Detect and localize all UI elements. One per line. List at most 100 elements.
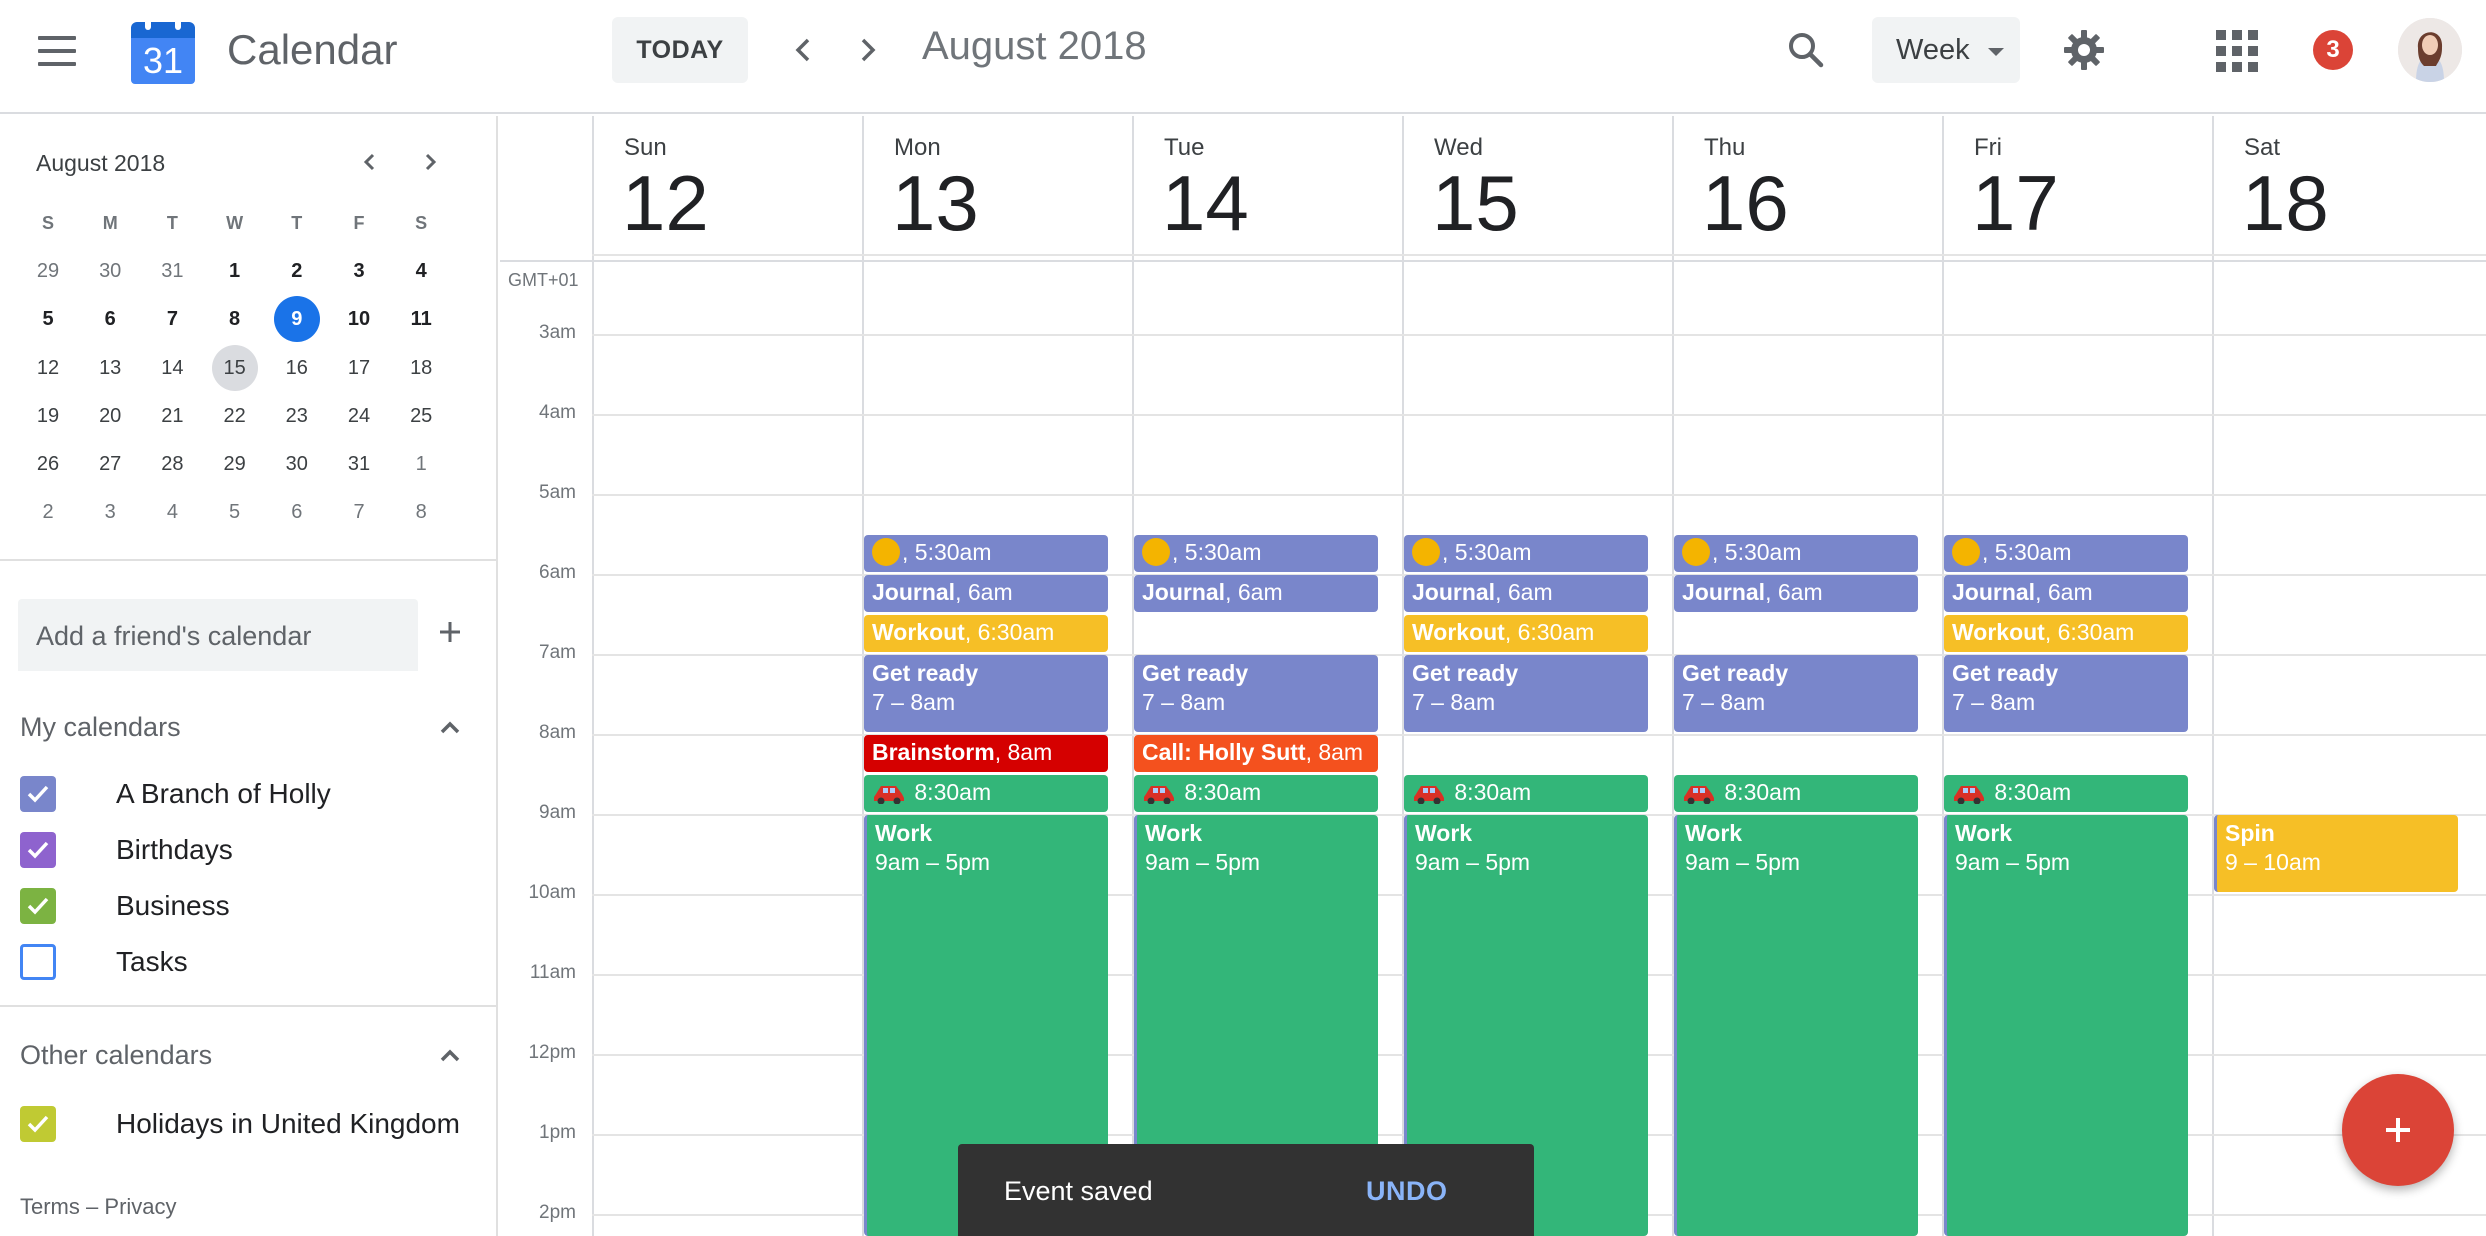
day-header[interactable]: Sat 18 — [2212, 116, 2482, 260]
day-header[interactable]: Fri 17 — [1942, 116, 2212, 260]
checkbox-checked-icon[interactable] — [20, 832, 56, 868]
other-calendars-collapse-button[interactable] — [432, 1038, 468, 1074]
calendar-item[interactable]: Business — [18, 882, 478, 928]
calendar-event[interactable]: 8:30am — [864, 775, 1108, 812]
calendar-event[interactable]: , 5:30am — [1674, 535, 1918, 572]
calendar-event[interactable]: , 5:30am — [864, 535, 1108, 572]
mini-calendar-day[interactable]: 23 — [274, 393, 320, 439]
mini-calendar-day[interactable]: 8 — [212, 296, 258, 342]
google-apps-grid-icon[interactable] — [2216, 30, 2260, 74]
calendar-event[interactable]: 8:30am — [1404, 775, 1648, 812]
mini-calendar-day[interactable]: 24 — [336, 393, 382, 439]
add-friend-calendar-input[interactable]: Add a friend's calendar — [18, 599, 418, 671]
calendar-event[interactable]: Workout, 6:30am — [1404, 615, 1648, 652]
calendar-item[interactable]: A Branch of Holly — [18, 770, 478, 816]
create-event-button[interactable] — [2342, 1074, 2454, 1186]
calendar-event[interactable]: Journal, 6am — [1134, 575, 1378, 612]
add-calendar-plus-icon[interactable] — [432, 614, 468, 650]
day-header[interactable]: Thu 16 — [1672, 116, 1942, 260]
my-calendars-collapse-button[interactable] — [432, 710, 468, 746]
calendar-event[interactable]: Call: Holly Sutt, 8am — [1134, 735, 1378, 772]
mini-calendar-day[interactable]: 25 — [398, 393, 444, 439]
calendar-event[interactable]: Spin 9 – 10am — [2214, 815, 2458, 892]
day-header[interactable]: Tue 14 — [1132, 116, 1402, 260]
day-date[interactable]: 18 — [2242, 164, 2329, 242]
calendar-item[interactable]: Birthdays — [18, 826, 478, 872]
mini-calendar-day[interactable]: 27 — [87, 441, 133, 487]
day-header[interactable]: Mon 13 — [862, 116, 1132, 260]
mini-calendar-day[interactable]: 3 — [87, 489, 133, 535]
calendar-event[interactable]: Get ready 7 – 8am — [1404, 655, 1648, 732]
mini-calendar-day[interactable]: 10 — [336, 296, 382, 342]
checkbox-checked-icon[interactable] — [20, 1106, 56, 1142]
mini-calendar-day[interactable]: 14 — [149, 345, 195, 391]
calendar-event[interactable]: Journal, 6am — [1404, 575, 1648, 612]
mini-calendar-day[interactable]: 15 — [211, 344, 258, 391]
view-switcher-dropdown[interactable]: Week — [1872, 17, 2020, 83]
calendar-event[interactable]: 8:30am — [1944, 775, 2188, 812]
calendar-event[interactable]: Get ready 7 – 8am — [1134, 655, 1378, 732]
mini-calendar-day[interactable]: 28 — [149, 441, 195, 487]
mini-calendar-day[interactable]: 7 — [336, 489, 382, 535]
mini-calendar-day[interactable]: 13 — [87, 345, 133, 391]
main-menu-icon[interactable] — [38, 36, 80, 66]
previous-week-button[interactable] — [780, 26, 828, 74]
mini-calendar-day[interactable]: 7 — [149, 296, 195, 342]
calendar-event[interactable]: , 5:30am — [1404, 535, 1648, 572]
day-date[interactable]: 17 — [1972, 164, 2059, 242]
mini-calendar-prev-button[interactable] — [352, 144, 388, 180]
calendar-item[interactable]: Tasks — [18, 938, 478, 984]
calendar-event[interactable]: , 5:30am — [1134, 535, 1378, 572]
calendar-event[interactable]: 8:30am — [1674, 775, 1918, 812]
mini-calendar-day[interactable]: 8 — [398, 489, 444, 535]
mini-calendar-day[interactable]: 26 — [25, 441, 71, 487]
calendar-event[interactable]: Journal, 6am — [864, 575, 1108, 612]
day-date[interactable]: 14 — [1162, 164, 1249, 242]
privacy-link[interactable]: Privacy — [104, 1194, 176, 1219]
calendar-event[interactable]: Brainstorm, 8am — [864, 735, 1108, 772]
notification-badge[interactable]: 3 — [2313, 30, 2353, 70]
settings-gear-icon[interactable] — [2060, 26, 2108, 74]
mini-calendar-day[interactable]: 20 — [87, 393, 133, 439]
mini-calendar-day[interactable]: 29 — [212, 441, 258, 487]
calendar-event[interactable]: 8:30am — [1134, 775, 1378, 812]
day-date[interactable]: 12 — [622, 164, 709, 242]
mini-calendar-day[interactable]: 5 — [25, 296, 71, 342]
calendar-event[interactable]: Workout, 6:30am — [1944, 615, 2188, 652]
mini-calendar-day[interactable]: 11 — [398, 296, 444, 342]
mini-calendar-day[interactable]: 31 — [336, 441, 382, 487]
day-header[interactable]: Wed 15 — [1402, 116, 1672, 260]
calendar-event[interactable]: Workout, 6:30am — [864, 615, 1108, 652]
mini-calendar-day[interactable]: 30 — [87, 248, 133, 294]
day-header[interactable]: Sun 12 — [592, 116, 862, 260]
mini-calendar-day[interactable]: 6 — [87, 296, 133, 342]
mini-calendar-day[interactable]: 3 — [336, 248, 382, 294]
mini-calendar-day[interactable]: 6 — [274, 489, 320, 535]
calendar-event[interactable]: Work 9am – 5pm — [1674, 815, 1918, 1236]
mini-calendar-day[interactable]: 4 — [149, 489, 195, 535]
undo-button[interactable]: UNDO — [1366, 1176, 1448, 1207]
calendar-event[interactable]: Work 9am – 5pm — [1944, 815, 2188, 1236]
calendar-item[interactable]: Holidays in United Kingdom — [18, 1100, 478, 1146]
checkbox-checked-icon[interactable] — [20, 776, 56, 812]
terms-link[interactable]: Terms — [20, 1194, 80, 1219]
mini-calendar-day[interactable]: 17 — [336, 345, 382, 391]
account-avatar[interactable] — [2398, 18, 2462, 82]
mini-calendar-day[interactable]: 5 — [212, 489, 258, 535]
today-button[interactable]: TODAY — [612, 17, 748, 83]
day-date[interactable]: 13 — [892, 164, 979, 242]
day-date[interactable]: 16 — [1702, 164, 1789, 242]
mini-calendar-day[interactable]: 18 — [398, 345, 444, 391]
mini-calendar-day[interactable]: 19 — [25, 393, 71, 439]
mini-calendar-day[interactable]: 1 — [398, 441, 444, 487]
checkbox-unchecked-icon[interactable] — [20, 944, 56, 980]
day-date[interactable]: 15 — [1432, 164, 1519, 242]
mini-calendar-next-button[interactable] — [412, 144, 448, 180]
mini-calendar-day[interactable]: 21 — [149, 393, 195, 439]
mini-calendar-day[interactable]: 22 — [212, 393, 258, 439]
mini-calendar-day[interactable]: 1 — [212, 248, 258, 294]
calendar-event[interactable]: Journal, 6am — [1944, 575, 2188, 612]
calendar-event[interactable]: Get ready 7 – 8am — [1674, 655, 1918, 732]
mini-calendar-day[interactable]: 29 — [25, 248, 71, 294]
mini-calendar-day[interactable]: 30 — [274, 441, 320, 487]
